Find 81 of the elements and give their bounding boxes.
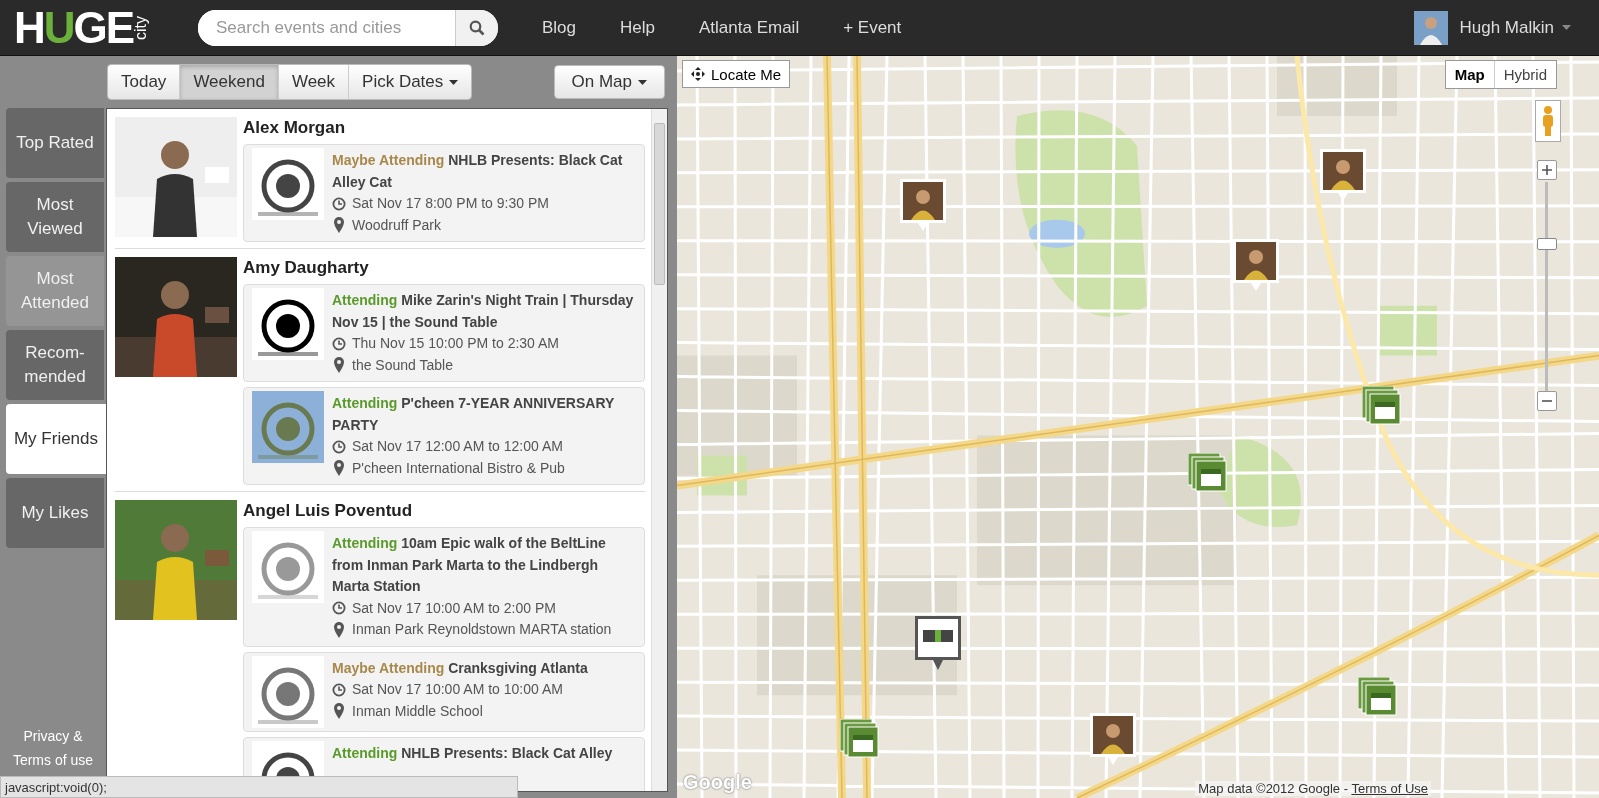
clock-icon: [332, 601, 346, 616]
nav-link[interactable]: + Event: [843, 17, 902, 38]
event-card[interactable]: Maybe Attending Cranksgiving Atlanta Sat Nov 17 10:00 AM to 10:00 AM Inman Middle School: [243, 651, 645, 732]
event-card[interactable]: Maybe Attending NHLB Presents: Black Cat Alley Cat Sat Nov 17 8:00 PM to 9:30 PM Woodruff Park: [243, 144, 645, 242]
photo-marker-icon: [1320, 149, 1366, 201]
event-time: Thu Nov 15 10:00 PM to 2:30 AM: [352, 334, 559, 353]
event-venue: the Sound Table: [352, 355, 453, 375]
friend-name: Angel Luis Poventud: [243, 500, 414, 522]
calendar-marker-icon: [840, 719, 880, 759]
sidebar-tab[interactable]: My Friends: [6, 404, 106, 474]
user-menu[interactable]: Hugh Malkin: [1459, 17, 1571, 38]
location-pin-icon: [332, 217, 346, 234]
street-view-button[interactable]: [1535, 100, 1561, 142]
person-icon: [1542, 106, 1554, 136]
link-status-tooltip: javascript:void(0);: [0, 776, 518, 798]
locate-me-button[interactable]: Locate Me: [682, 60, 791, 88]
crosshair-icon: [691, 67, 705, 81]
event-time: Sat Nov 17 8:00 PM to 9:30 PM: [352, 194, 549, 213]
plus-icon: [1542, 165, 1552, 175]
friend-name: Amy Daugharty: [243, 257, 370, 279]
clock-icon: [332, 682, 346, 697]
calendar-marker-icon: [1362, 386, 1402, 426]
calendar-marker-icon: [1358, 677, 1398, 717]
date-filter-tab[interactable]: Pick Dates: [348, 65, 472, 99]
logo[interactable]: HUGE city: [14, 2, 184, 53]
sidebar-tab[interactable]: Recom-mended: [6, 330, 104, 400]
date-filter-tab[interactable]: Today: [108, 65, 180, 99]
photo-marker-icon: [1233, 239, 1279, 291]
scrollbar[interactable]: [651, 109, 667, 791]
event-card[interactable]: Attending Mike Zarin's Night Train | Thursday Nov 15 | the Sound Table Thu Nov 15 10:00 PM to 2:30 AM the Sound Table: [243, 284, 645, 382]
clock-icon: [332, 439, 346, 454]
event-time: Sat Nov 17 12:00 AM to 12:00 AM: [352, 437, 563, 456]
map-type-tab[interactable]: Map: [1445, 61, 1494, 88]
photo-marker-icon: [1090, 713, 1136, 765]
search-icon: [469, 19, 485, 36]
nav-link[interactable]: Atlanta Email: [699, 17, 800, 38]
caret-icon: [449, 79, 459, 85]
photo-marker-icon: [900, 179, 946, 231]
clock-icon: [332, 196, 346, 211]
sidebar-tab[interactable]: My Likes: [6, 478, 104, 548]
sidebar-tab[interactable]: Top Rated: [6, 108, 104, 178]
location-pin-icon: [332, 357, 346, 374]
event-venue: Inman Park Reynoldstown MARTA station: [352, 620, 612, 639]
event-card[interactable]: Attending P'cheen 7-YEAR ANNIVERSARY PARTY Sat Nov 17 12:00 AM to 12:00 AM P'cheen International Bistro & Pub: [243, 387, 645, 485]
event-time: Sat Nov 17 10:00 AM to 2:00 PM: [352, 598, 556, 618]
friend-name: Alex Morgan: [243, 117, 347, 139]
map-type-tab[interactable]: Hybrid: [1493, 61, 1556, 88]
date-filter-tab[interactable]: Week: [277, 65, 349, 99]
map-provider-logo[interactable]: Google: [683, 771, 752, 794]
event-venue: P'cheen International Bistro & Pub: [352, 458, 565, 478]
zoom-slider[interactable]: [1537, 182, 1557, 392]
caret-icon: [1562, 25, 1571, 30]
terms-link[interactable]: Terms of Use: [1351, 781, 1428, 796]
event-venue: Woodruff Park: [352, 215, 441, 235]
event-title: Attending NHLB Presents: Black Cat Alley: [332, 743, 613, 763]
event-time: Sat Nov 17 10:00 AM to 10:00 AM: [352, 680, 563, 699]
location-pin-icon: [332, 703, 346, 720]
calendar-marker-icon: [1188, 453, 1228, 493]
event-title: Attending Mike Zarin's Night Train | Thursday Nov 15 | the Sound Table: [332, 291, 635, 332]
nav-link[interactable]: Blog: [542, 17, 577, 38]
search-button[interactable]: [455, 9, 498, 46]
location-pin-icon: [332, 460, 346, 477]
event-title: Maybe Attending NHLB Presents: Black Cat Alley Cat: [332, 151, 624, 192]
event-venue: Inman Middle School: [352, 701, 483, 721]
caret-icon: [638, 79, 647, 85]
date-filter-tab[interactable]: Weekend: [179, 65, 278, 99]
event-title: Attending 10am Epic walk of the BeltLine from Inman Park Marta to the Lindbergh Marta Station: [332, 534, 607, 596]
map-attribution: Map data ©2012 Google - Terms of Use: [1195, 781, 1431, 796]
search-field[interactable]: Search events and cities: [198, 9, 498, 46]
zoom-out-button[interactable]: [1537, 391, 1557, 411]
clock-icon: [332, 336, 346, 351]
nav-link[interactable]: Help: [620, 17, 655, 38]
event-card[interactable]: Attending 10am Epic walk of the BeltLine from Inman Park Marta to the Lindbergh Marta Station Sat Nov 17 10:00 AM to 2:00 PM Inman Park Reynoldstown MARTA station: [243, 527, 645, 647]
zoom-slider-thumb[interactable]: [1537, 238, 1557, 250]
sidebar-tab[interactable]: Most Viewed: [6, 182, 104, 252]
event-title: Maybe Attending Cranksgiving Atlanta: [332, 658, 588, 678]
logo-marker-icon: [915, 616, 961, 670]
view-dropdown[interactable]: On Map: [553, 65, 665, 99]
location-pin-icon: [332, 621, 346, 638]
zoom-in-button[interactable]: [1537, 160, 1557, 180]
event-title: Attending P'cheen 7-YEAR ANNIVERSARY PARTY: [332, 394, 616, 435]
